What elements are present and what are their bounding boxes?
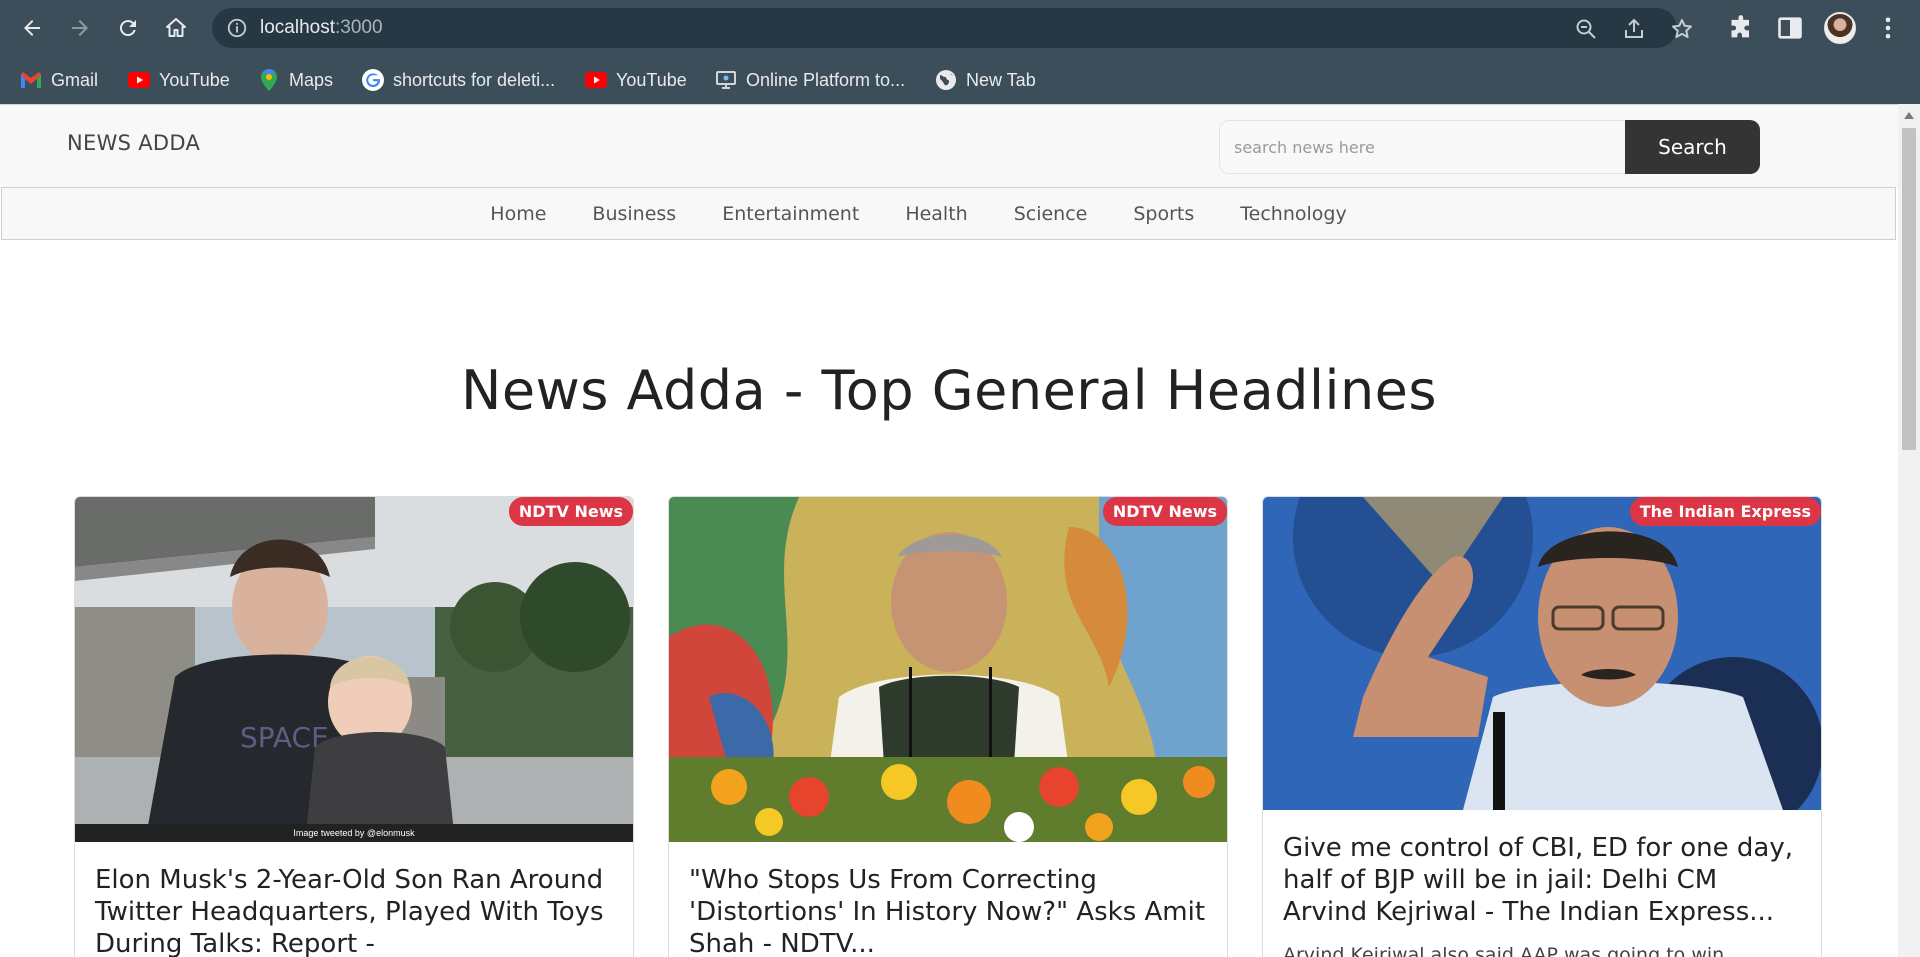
browser-chrome: localhost:3000 Gmail YouTube Maps shortc…: [0, 0, 1920, 104]
bookmark-gmail[interactable]: Gmail: [20, 65, 98, 95]
globe-icon: [935, 69, 957, 91]
gmail-icon: [20, 69, 42, 91]
youtube-icon: [585, 69, 607, 91]
news-photo-amit-shah: [669, 497, 1227, 842]
news-image[interactable]: [669, 497, 1227, 842]
news-title: Give me control of CBI, ED for one day, …: [1283, 833, 1793, 927]
youtube-icon: [128, 69, 150, 91]
zoom-icon[interactable]: [1574, 17, 1598, 41]
scrollbar-thumb[interactable]: [1902, 128, 1916, 450]
scroll-up-arrow-icon[interactable]: [1904, 112, 1914, 119]
site-info-icon[interactable]: [226, 17, 248, 39]
news-card[interactable]: NDTV News "Who Stops Us From Correcting …: [668, 496, 1228, 957]
arrow-left-icon: [24, 20, 40, 36]
nav-business[interactable]: Business: [592, 203, 676, 225]
nav-entertainment[interactable]: Entertainment: [722, 203, 859, 225]
bookmark-youtube[interactable]: YouTube: [128, 65, 230, 95]
bookmark-shortcuts[interactable]: shortcuts for deleti...: [362, 65, 555, 95]
reload-button[interactable]: [112, 12, 144, 44]
forward-button[interactable]: [64, 12, 96, 44]
nav-sports[interactable]: Sports: [1133, 203, 1194, 225]
news-image[interactable]: SPACE Image tweeted by @elonmusk: [75, 497, 633, 842]
category-nav: Home Business Entertainment Health Scien…: [1, 187, 1896, 240]
news-title: Elon Musk's 2-Year-Old Son Ran Around Tw…: [95, 865, 604, 957]
source-badge: NDTV News: [1102, 497, 1227, 526]
news-description: Arvind Kejriwal also said AAP was going …: [1283, 944, 1725, 957]
nav-health[interactable]: Health: [905, 203, 967, 225]
news-card[interactable]: The Indian Express Give me control of CB…: [1262, 496, 1822, 957]
source-badge: The Indian Express: [1629, 497, 1821, 526]
side-panel-icon[interactable]: [1776, 14, 1804, 42]
news-image[interactable]: [1263, 497, 1821, 810]
search-button[interactable]: Search: [1625, 120, 1760, 174]
extensions-puzzle-icon[interactable]: [1728, 14, 1756, 42]
nav-home[interactable]: Home: [490, 203, 546, 225]
home-button[interactable]: [160, 12, 192, 44]
bookmark-youtube-2[interactable]: YouTube: [585, 65, 687, 95]
bookmark-new-tab[interactable]: New Tab: [935, 65, 1036, 95]
bookmark-online-platform[interactable]: Online Platform to...: [715, 65, 905, 95]
site-header: NEWS ADDA Search: [0, 105, 1898, 187]
news-card[interactable]: NDTV News SPACE Image tweeted by @elonmu…: [74, 496, 634, 957]
reload-icon: [119, 20, 136, 37]
bookmark-star-icon[interactable]: [1670, 17, 1694, 41]
page-viewport: NEWS ADDA Search Home Business Entertain…: [0, 104, 1898, 957]
page-scrollbar[interactable]: [1898, 104, 1920, 957]
nav-technology[interactable]: Technology: [1240, 203, 1346, 225]
share-icon[interactable]: [1622, 17, 1646, 41]
search-input[interactable]: [1219, 120, 1627, 174]
address-bar[interactable]: localhost:3000: [212, 8, 1692, 48]
image-caption: Image tweeted by @elonmusk: [75, 824, 633, 842]
news-title: "Who Stops Us From Correcting 'Distortio…: [689, 865, 1206, 957]
maps-icon: [258, 69, 280, 91]
google-icon: [362, 69, 384, 91]
back-button[interactable]: [16, 12, 48, 44]
nav-science[interactable]: Science: [1014, 203, 1088, 225]
home-icon: [166, 18, 186, 37]
site-brand[interactable]: NEWS ADDA: [67, 131, 200, 155]
arrow-right-icon: [72, 20, 88, 36]
news-photo-kejriwal: [1263, 497, 1821, 810]
bookmarks-bar: Gmail YouTube Maps shortcuts for deleti.…: [0, 56, 1920, 104]
platform-icon: [715, 69, 737, 91]
browser-toolbar: localhost:3000: [0, 0, 1920, 56]
page-title: News Adda - Top General Headlines: [460, 359, 1438, 422]
url-text: localhost:3000: [260, 17, 383, 38]
profile-avatar[interactable]: [1824, 12, 1856, 44]
news-photo-elon-musk: SPACE: [75, 497, 633, 842]
source-badge: NDTV News: [508, 497, 633, 526]
bookmark-maps[interactable]: Maps: [258, 65, 333, 95]
menu-kebab-icon[interactable]: [1874, 14, 1902, 42]
